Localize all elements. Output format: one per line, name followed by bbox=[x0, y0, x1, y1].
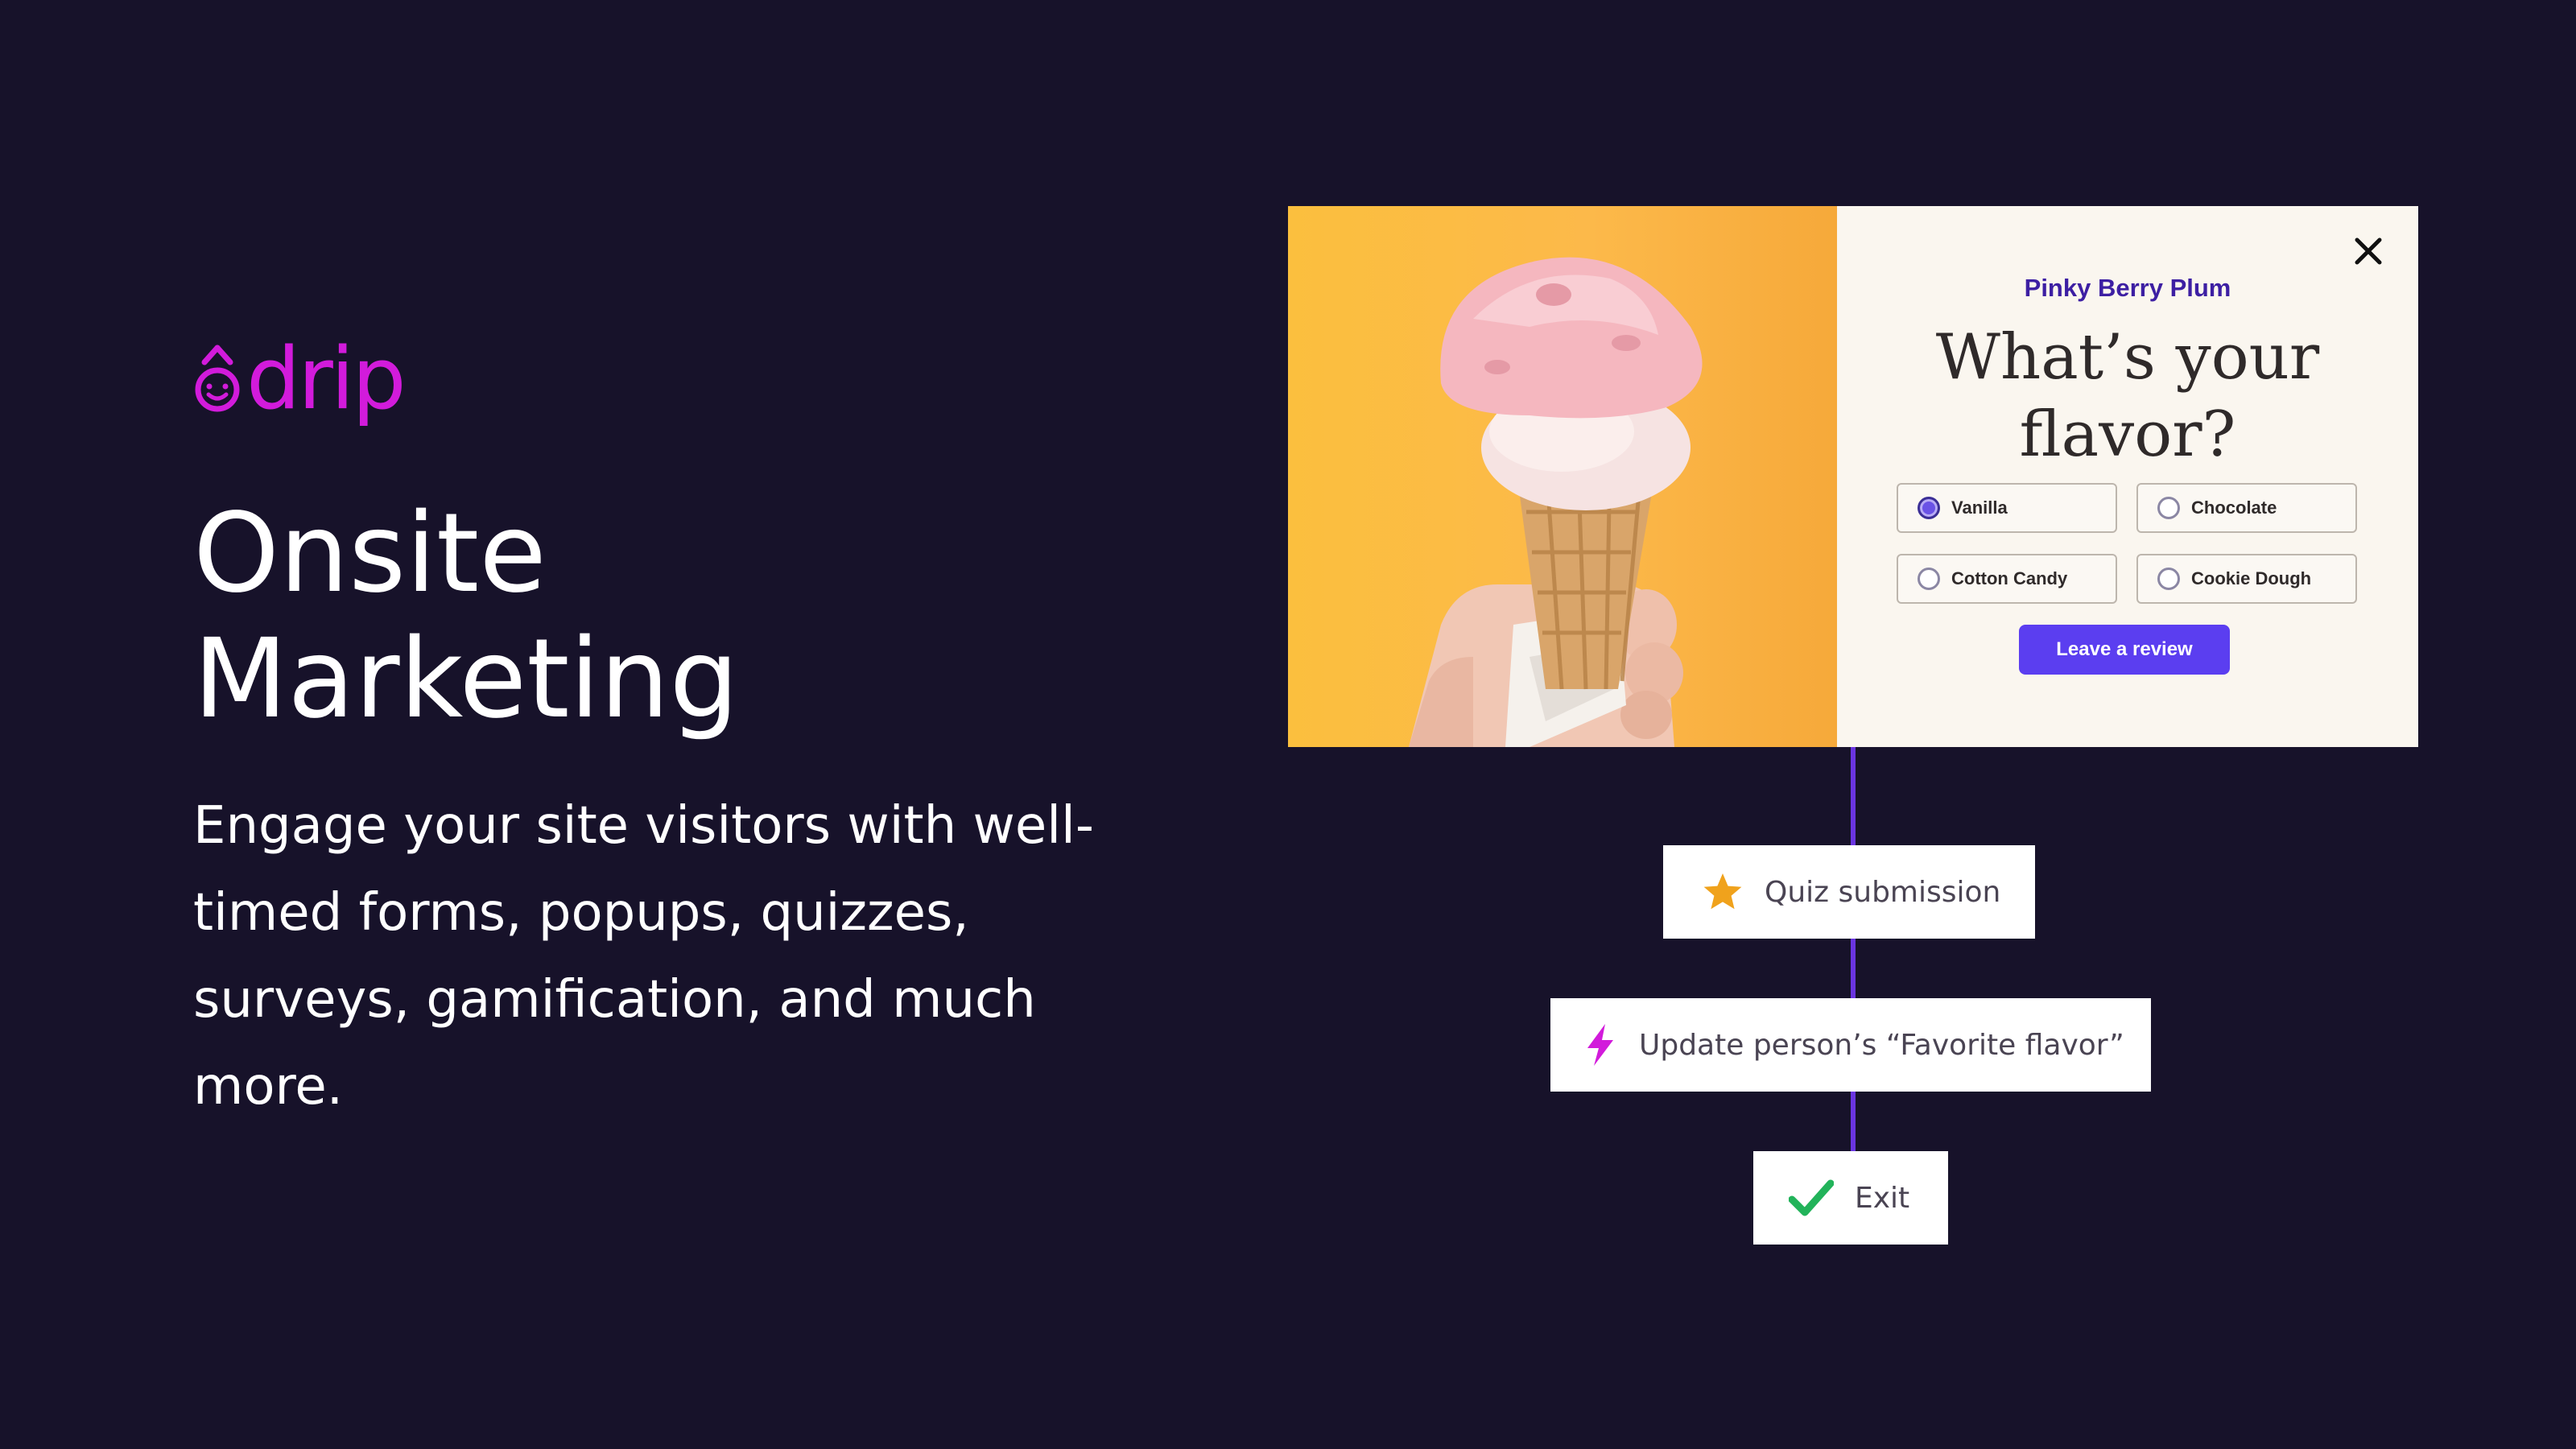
close-icon[interactable] bbox=[2351, 233, 2386, 269]
page-title: Onsite Marketing bbox=[193, 491, 1159, 742]
radio-button[interactable] bbox=[1918, 568, 1940, 590]
popup-question-line-1: What’s your bbox=[1935, 321, 2320, 394]
star-icon bbox=[1703, 873, 1742, 910]
workflow-step-exit[interactable]: Exit bbox=[1753, 1151, 1948, 1245]
popup-question-line-2: flavor? bbox=[2019, 398, 2236, 471]
option-cookie-dough[interactable]: Cookie Dough bbox=[2136, 554, 2357, 604]
drip-drop-icon bbox=[195, 345, 240, 412]
option-cotton-candy[interactable]: Cotton Candy bbox=[1897, 554, 2117, 604]
page-title-line-2: Marketing bbox=[193, 616, 739, 743]
workflow-connector bbox=[1851, 1090, 1856, 1151]
radio-button[interactable] bbox=[2157, 568, 2180, 590]
workflow-step-quiz-submission[interactable]: Quiz submission bbox=[1663, 845, 2035, 939]
logo-wordmark: drip bbox=[246, 329, 407, 428]
option-vanilla[interactable]: Vanilla bbox=[1897, 483, 2117, 533]
page: drip Onsite Marketing Engage your site v… bbox=[0, 0, 2576, 1449]
radio-button[interactable] bbox=[2157, 497, 2180, 519]
workflow-step-update-person[interactable]: Update person’s “Favorite flavor” bbox=[1550, 998, 2151, 1092]
page-description: Engage your site visitors with well-time… bbox=[193, 796, 1094, 1117]
quiz-form: Pinky Berry Plum What’s your flavor? Van… bbox=[1837, 206, 2418, 747]
workflow-step-label: Exit bbox=[1855, 1181, 1910, 1215]
option-label: Chocolate bbox=[2191, 497, 2277, 518]
quiz-popup: Pinky Berry Plum What’s your flavor? Van… bbox=[1288, 206, 2418, 747]
workflow-connector bbox=[1851, 939, 1856, 998]
option-chocolate[interactable]: Chocolate bbox=[2136, 483, 2357, 533]
drip-logo[interactable]: drip bbox=[193, 329, 407, 428]
leave-review-button[interactable]: Leave a review bbox=[2019, 625, 2230, 675]
flavor-options: Vanilla Chocolate Cotton Candy Cookie Do… bbox=[1897, 483, 2357, 604]
workflow-step-label: Update person’s “Favorite flavor” bbox=[1639, 1028, 2124, 1062]
popup-question: What’s your flavor? bbox=[1837, 319, 2418, 473]
ice-cream-cone-photo bbox=[1288, 206, 1837, 747]
option-label: Cotton Candy bbox=[1951, 568, 2068, 588]
option-label: Cookie Dough bbox=[2191, 568, 2312, 588]
workflow-step-label: Quiz submission bbox=[1765, 875, 2001, 909]
option-label: Vanilla bbox=[1951, 497, 2008, 518]
popup-brand-name: Pinky Berry Plum bbox=[2024, 274, 2231, 302]
checkmark-icon bbox=[1789, 1179, 1834, 1216]
page-title-line-1: Onsite bbox=[193, 490, 547, 617]
radio-button[interactable] bbox=[1918, 497, 1940, 519]
workflow-connector bbox=[1851, 747, 1856, 847]
lightning-icon bbox=[1587, 1024, 1613, 1066]
